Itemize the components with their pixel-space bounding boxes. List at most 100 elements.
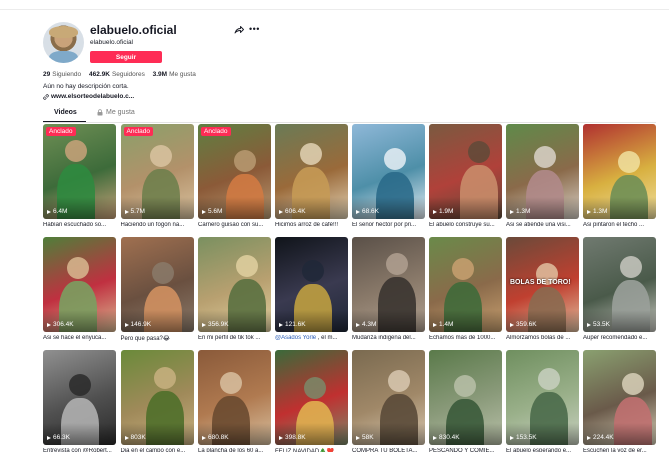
video-thumbnail[interactable]: Anclado 6.4M [43, 124, 116, 219]
video-thumbnail[interactable]: 66.3K [43, 350, 116, 445]
video-thumbnail[interactable]: 121.6K [275, 237, 348, 332]
video-caption[interactable]: Asi se hace el enyuca... [43, 335, 116, 341]
thumbnail-figure [220, 372, 242, 394]
view-count-text: 5.6M [208, 208, 223, 215]
video-thumbnail[interactable]: 224.4K [583, 350, 656, 445]
view-count: 66.3K [47, 434, 70, 441]
video-thumbnail[interactable]: 4.3M [352, 237, 425, 332]
video-thumbnail[interactable]: 1.4M [429, 237, 502, 332]
avatar[interactable] [43, 22, 84, 63]
thumbnail-figure [538, 368, 560, 390]
video-caption[interactable]: Habían escuchado so... [43, 222, 116, 228]
video-thumbnail[interactable]: 803K [120, 350, 194, 445]
caption-text: Echamos mas de 1000... [429, 335, 496, 341]
view-count-text: 803K [130, 434, 146, 441]
video-caption[interactable]: Asi pintaron el techo ... [583, 222, 656, 228]
play-icon [279, 435, 283, 440]
video-caption[interactable]: Asi se atiende una visi... [506, 222, 579, 228]
caption-text: Entrevista con @Robert... [43, 448, 112, 452]
video-thumbnail[interactable]: 356.9K [198, 237, 271, 332]
video-caption[interactable]: @Asados Yorle , el m... [275, 335, 348, 341]
follow-button[interactable]: Seguir [90, 51, 162, 63]
profile-link[interactable]: www.elsorteodelabuelo.c... [43, 93, 134, 100]
view-count: 680.8K [202, 434, 229, 441]
video-thumbnail[interactable]: 398.8K [275, 350, 348, 445]
video-caption[interactable]: La plancha de los 60 a... [198, 448, 271, 452]
view-count-text: 6.4M [53, 208, 68, 215]
video-caption[interactable]: Pero que pasa?😂 [121, 335, 194, 342]
play-icon [356, 322, 360, 327]
more-dots-icon[interactable]: ••• [249, 24, 260, 34]
video-thumbnail[interactable]: 606.4K [275, 124, 348, 219]
tab-videos[interactable]: Videos [54, 109, 77, 116]
following-count[interactable]: 29 [43, 71, 50, 78]
video-thumbnail[interactable]: 58K [352, 350, 425, 445]
view-count-text: 680.8K [208, 434, 229, 441]
video-thumbnail[interactable]: 1.3M [583, 124, 656, 219]
video-caption[interactable]: FELIZ NAVIDAD🎄❤️ [275, 448, 348, 452]
video-caption[interactable]: Entrevista con @Robert... [43, 448, 116, 452]
caption-mention[interactable]: @Asados Yorle [275, 335, 316, 341]
profile-link-text[interactable]: www.elsorteodelabuelo.c... [51, 93, 134, 100]
view-count: 153.5K [510, 434, 537, 441]
view-count: 121.6K [279, 321, 306, 328]
thumbnail-figure [468, 141, 490, 163]
thumbnail-figure [386, 253, 408, 275]
video-caption[interactable]: El abuelo esperando e... [506, 448, 579, 452]
video-caption[interactable]: Haciendo un fogon na... [121, 222, 194, 228]
caption-text: , el m... [316, 335, 338, 341]
play-icon [47, 209, 51, 214]
caption-text: Dia en el campo con e... [120, 448, 186, 452]
video-thumbnail[interactable]: Anclado 5.7M [120, 124, 194, 219]
video-thumbnail[interactable]: 680.8K [198, 350, 271, 445]
play-icon [356, 209, 360, 214]
play-icon [356, 435, 360, 440]
caption-text: Asi se atiende una visi... [506, 222, 571, 228]
pinned-badge: Anclado [46, 127, 76, 136]
video-thumbnail[interactable]: 146.9K [120, 237, 194, 332]
video-caption[interactable]: Auper recomendado e... [583, 335, 656, 341]
video-caption[interactable]: Dia en el campo con e... [121, 448, 194, 452]
video-caption[interactable]: COMPRA TU BOLETA... [352, 448, 425, 452]
video-thumbnail[interactable]: 68.6K [352, 124, 425, 219]
play-icon [279, 322, 283, 327]
share-arrow-icon[interactable] [234, 25, 244, 35]
caption-text: En mi perfil de tik tok ... [198, 335, 261, 341]
tab-liked[interactable]: Me gusta [97, 109, 135, 116]
view-count-text: 1.3M [593, 208, 608, 215]
video-caption[interactable]: Hicimos arroz de café!!! [275, 222, 348, 228]
view-count: 224.4K [587, 434, 614, 441]
followers-count[interactable]: 462.9K [89, 71, 110, 78]
video-caption[interactable]: Mudanza indigena del... [352, 335, 425, 341]
video-thumbnail[interactable]: Anclado 5.6M [198, 124, 271, 219]
video-caption[interactable]: El abuelo construye su... [429, 222, 502, 228]
profile-tabs: Videos Me gusta [43, 109, 656, 123]
profile-nickname: elabuelo.oficial [90, 39, 134, 46]
view-count-text: 66.3K [53, 434, 70, 441]
play-icon [124, 322, 129, 327]
video-thumbnail[interactable]: 1.9M [429, 124, 502, 219]
caption-text: Carnero guisao con su... [198, 222, 264, 228]
video-caption[interactable]: PESCANDO Y COMIE... [429, 448, 502, 452]
video-caption[interactable]: Echamos mas de 1000... [429, 335, 502, 341]
video-thumbnail[interactable]: 306.4K [43, 237, 116, 332]
view-count: 1.4M [433, 321, 453, 328]
caption-text: El abuelo esperando e... [506, 448, 572, 452]
video-thumbnail[interactable]: 153.5K [506, 350, 579, 445]
video-thumbnail[interactable]: BOLAS DE TORO! 359.6K [506, 237, 579, 332]
video-thumbnail[interactable]: 53.5K [583, 237, 656, 332]
view-count-text: 146.9K [130, 321, 152, 328]
video-caption[interactable]: Escuchen la voz de er... [583, 448, 656, 452]
view-count: 1.3M [510, 208, 530, 215]
thumbnail-overlay-text: BOLAS DE TORO! [510, 279, 571, 286]
video-caption[interactable]: Almorzamos bolas de ... [506, 335, 579, 341]
view-count: 6.4M [47, 208, 67, 215]
view-count: 803K [124, 434, 146, 441]
video-thumbnail[interactable]: 1.3M [506, 124, 579, 219]
video-thumbnail[interactable]: 830.4K [429, 350, 502, 445]
play-icon [279, 209, 283, 214]
video-caption[interactable]: En mi perfil de tik tok ... [198, 335, 271, 341]
video-caption[interactable]: El señor hector por pri... [352, 222, 425, 228]
video-caption[interactable]: Carnero guisao con su... [198, 222, 271, 228]
play-icon [587, 322, 591, 327]
